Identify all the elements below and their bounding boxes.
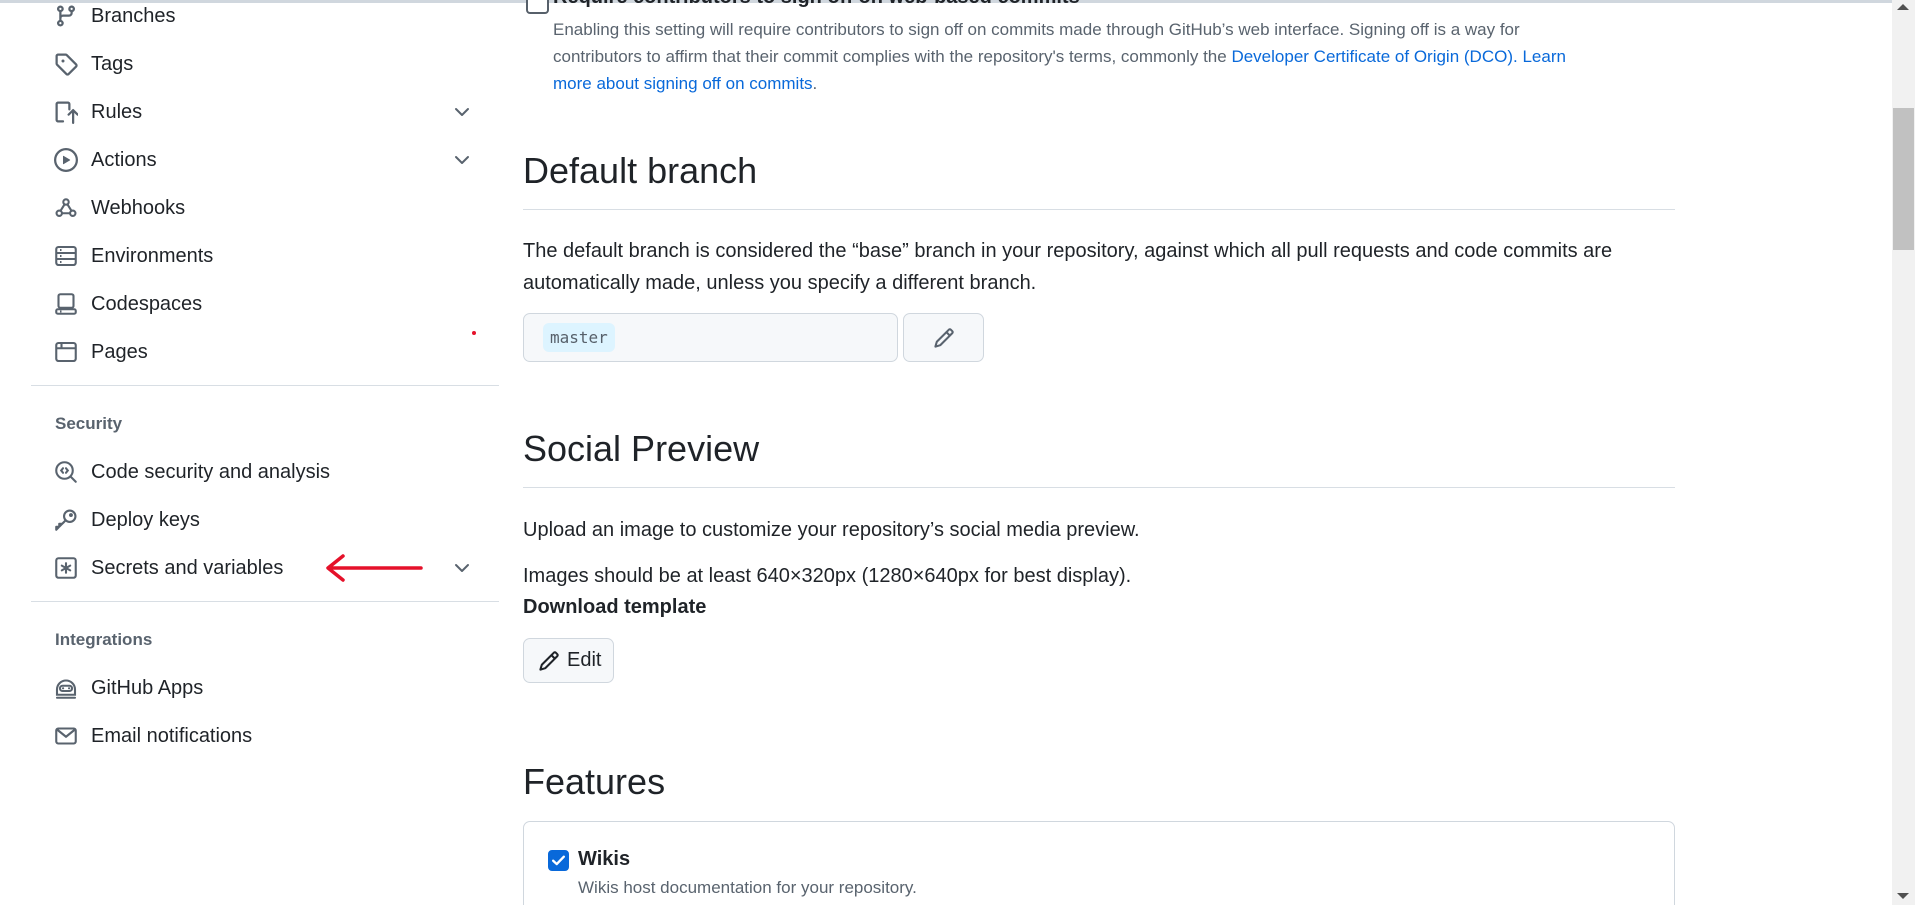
annotation-arrow-icon — [326, 554, 423, 582]
edit-social-preview-button[interactable]: Edit — [523, 638, 614, 683]
features-box: Wikis Wikis host documentation for your … — [523, 821, 1675, 905]
signoff-desc-line2: contributors to affirm that their commit… — [553, 43, 1566, 70]
sidebar-item-label: Tags — [91, 52, 134, 75]
chevron-down-icon[interactable] — [450, 100, 474, 124]
wikis-desc: Wikis host documentation for your reposi… — [578, 878, 917, 897]
sidebar-item-label: Pages — [91, 340, 148, 363]
sidebar-item-label: Actions — [91, 148, 157, 171]
sidebar-item-label: Secrets and variables — [91, 556, 284, 579]
branch-name-chip: master — [543, 323, 615, 352]
edit-button-label: Edit — [567, 649, 602, 671]
scroll-down-arrow-icon[interactable] — [1897, 893, 1909, 899]
default-branch-desc-line2: automatically made, unless you specify a… — [523, 272, 1037, 294]
rename-branch-button[interactable] — [903, 313, 984, 362]
mail-icon — [54, 724, 78, 748]
codescan-icon — [54, 460, 78, 484]
heading-rule — [523, 209, 1675, 210]
default-branch-heading: Default branch — [523, 150, 758, 191]
branch-icon — [54, 4, 78, 28]
social-preview-size-note: Images should be at least 640×320px (128… — [523, 565, 1132, 587]
sidebar-divider — [31, 601, 499, 602]
sidebar-item-code-security[interactable]: Code security and analysis — [31, 450, 499, 494]
signoff-desc-line1: Enabling this setting will require contr… — [553, 20, 1520, 39]
sidebar-item-label: Rules — [91, 100, 143, 123]
social-preview-heading: Social Preview — [523, 428, 760, 469]
webhook-icon — [54, 196, 78, 220]
sidebar-item-label: Environments — [91, 244, 214, 267]
settings-page: Branches Tags Rules Actions Webhooks Env… — [0, 0, 1915, 905]
sidebar-item-github-apps[interactable]: GitHub Apps — [31, 666, 499, 710]
heading-rule — [523, 487, 1675, 488]
download-template-link[interactable]: Download template — [523, 591, 706, 623]
signoff-checkbox[interactable] — [526, 0, 549, 14]
wikis-label: Wikis — [578, 848, 631, 870]
sidebar-item-email-notifications[interactable]: Email notifications — [31, 714, 499, 758]
key-icon — [54, 508, 78, 532]
server-icon — [54, 244, 78, 268]
pencil-icon — [933, 327, 954, 348]
sidebar-item-actions[interactable]: Actions — [31, 138, 499, 182]
annotation-dot — [472, 331, 476, 335]
check-icon — [551, 855, 566, 866]
sidebar-item-label: Branches — [91, 4, 176, 27]
sidebar-item-rules[interactable]: Rules — [31, 90, 499, 134]
sidebar-item-codespaces[interactable]: Codespaces — [31, 282, 499, 326]
sidebar-item-pages[interactable]: Pages — [31, 330, 499, 374]
asterisk-icon — [54, 556, 78, 580]
sidebar-section-security: Security — [55, 414, 123, 433]
sidebar-item-label: Webhooks — [91, 196, 186, 219]
chevron-down-icon[interactable] — [450, 556, 474, 580]
sidebar-item-label: Email notifications — [91, 724, 253, 747]
sidebar-divider — [31, 385, 499, 386]
default-branch-desc-line1: The default branch is considered the “ba… — [523, 240, 1613, 262]
chevron-down-icon[interactable] — [450, 148, 474, 172]
learn-more-link-cont[interactable]: more about signing off on commits — [553, 74, 813, 93]
signoff-period: . — [812, 74, 818, 93]
codespaces-icon — [54, 292, 78, 316]
signoff-desc-text: contributors to affirm that their commit… — [553, 47, 1232, 66]
social-preview-desc: Upload an image to customize your reposi… — [523, 519, 1140, 541]
sidebar-item-secrets-and-variables[interactable]: Secrets and variables — [31, 546, 499, 590]
sidebar-item-webhooks[interactable]: Webhooks — [31, 186, 499, 230]
sidebar-item-label: Deploy keys — [91, 508, 200, 531]
default-branch-field: master — [523, 313, 898, 362]
sidebar-item-branches[interactable]: Branches — [31, 0, 499, 38]
dco-link[interactable]: Developer Certificate of Origin (DCO). — [1231, 47, 1517, 66]
wikis-checkbox[interactable] — [548, 850, 569, 871]
learn-more-link[interactable]: Learn — [1522, 47, 1565, 66]
scrollbar-thumb[interactable] — [1893, 108, 1914, 250]
browser-icon — [54, 340, 78, 364]
rules-icon — [54, 100, 78, 124]
features-heading: Features — [523, 761, 666, 802]
sidebar-item-tags[interactable]: Tags — [31, 42, 499, 86]
signoff-desc-line3: more about signing off on commits. — [553, 70, 817, 97]
scroll-up-arrow-icon[interactable] — [1897, 4, 1909, 10]
sidebar-item-label: Codespaces — [91, 292, 203, 315]
sidebar-item-label: GitHub Apps — [91, 676, 204, 699]
tag-icon — [54, 52, 78, 76]
sidebar-section-integrations: Integrations — [55, 630, 153, 649]
signoff-title: Require contributors to sign off on web-… — [553, 0, 1080, 9]
pencil-icon — [539, 651, 559, 671]
sidebar-item-environments[interactable]: Environments — [31, 234, 499, 278]
sidebar-item-label: Code security and analysis — [91, 460, 331, 483]
play-icon — [54, 148, 78, 172]
sidebar-item-deploy-keys[interactable]: Deploy keys — [31, 498, 499, 542]
hubot-icon — [54, 676, 78, 700]
